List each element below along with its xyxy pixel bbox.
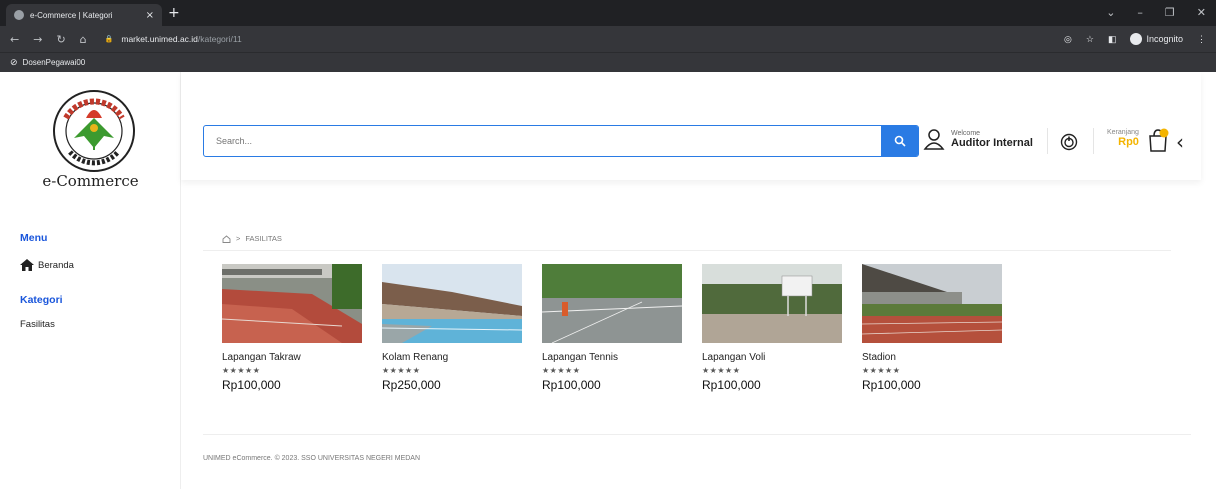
shopping-bag-icon[interactable] (1147, 128, 1169, 152)
breadcrumb: > FASILITAS (222, 234, 282, 243)
star-rating: ★★★★★ (702, 366, 741, 375)
power-icon[interactable] (1060, 133, 1078, 151)
page: e-Commerce Menu Beranda Kategori Fasilit… (0, 72, 1216, 489)
url-domain: market.unimed.ac.id (121, 34, 198, 44)
tab-title: e-Commerce | Kategori (30, 10, 113, 20)
forward-icon[interactable]: → (33, 33, 42, 46)
product-image[interactable] (382, 264, 522, 343)
sidebar-item-beranda[interactable]: Beranda (20, 259, 74, 271)
breadcrumb-separator: > (236, 234, 241, 243)
close-window-icon[interactable]: ✕ (1197, 6, 1206, 19)
footer-text: UNIMED eCommerce. © 2023. SSO UNIVERSITA… (203, 455, 421, 462)
bookmark-item[interactable]: DosenPegawai00 (23, 58, 86, 67)
product-image[interactable] (862, 264, 1002, 343)
cart-summary[interactable]: Keranjang Rp0 (1107, 129, 1139, 148)
breadcrumb-current: FASILITAS (245, 234, 282, 243)
sidebar: e-Commerce Menu Beranda Kategori Fasilit… (0, 72, 181, 489)
incognito-badge[interactable]: Incognito (1130, 33, 1183, 45)
divider (1093, 128, 1094, 154)
product-price: Rp100,000 (222, 378, 281, 392)
address-bar[interactable]: 🔒 market.unimed.ac.id /kategori/11 (105, 34, 242, 44)
search-button[interactable] (881, 126, 918, 156)
product-image[interactable] (222, 264, 362, 343)
tab-close-icon[interactable]: × (146, 10, 154, 21)
search-input[interactable] (204, 126, 881, 156)
address-row: ← → ↻ ⌂ 🔒 market.unimed.ac.id /kategori/… (0, 26, 1216, 52)
product-card[interactable]: Kolam Renang ★★★★★ Rp250,000 (382, 264, 522, 392)
lock-icon: 🔒 (104, 36, 114, 43)
menu-heading: Menu (20, 232, 48, 244)
product-name[interactable]: Lapangan Takraw (222, 352, 362, 363)
search-icon (894, 135, 906, 147)
sidebar-item-fasilitas[interactable]: Fasilitas (20, 319, 55, 330)
url-path: /kategori/11 (197, 34, 242, 44)
product-name[interactable]: Stadion (862, 352, 1002, 363)
category-heading: Kategori (20, 294, 63, 306)
sidebar-item-label: Fasilitas (20, 319, 55, 330)
product-name[interactable]: Lapangan Tennis (542, 352, 682, 363)
product-price: Rp100,000 (702, 378, 761, 392)
home-nav-icon[interactable]: ⌂ (80, 33, 87, 46)
star-rating: ★★★★★ (382, 366, 421, 375)
tab-search-icon[interactable]: ⌄ (1106, 6, 1115, 19)
reload-icon[interactable]: ↻ (56, 33, 65, 46)
new-tab-button[interactable]: + (168, 5, 180, 21)
product-price: Rp100,000 (542, 378, 601, 392)
product-image[interactable] (702, 264, 842, 343)
incognito-icon (1130, 33, 1143, 45)
tab-bar: e-Commerce | Kategori × + ⌄ – ❐ ✕ (0, 0, 1216, 26)
user-account[interactable]: Welcome Auditor Internal (923, 128, 1033, 150)
menu-dots-icon[interactable]: ⋮ (1197, 34, 1206, 45)
product-card[interactable]: Lapangan Tennis ★★★★★ Rp100,000 (542, 264, 682, 392)
product-card[interactable]: Lapangan Takraw ★★★★★ Rp100,000 (222, 264, 362, 392)
window-controls: ⌄ – ❐ ✕ (1106, 6, 1206, 19)
header: Welcome Auditor Internal Keranjang Rp0 ‹ (181, 72, 1201, 180)
globe-icon: ⊘ (10, 57, 18, 67)
product-name[interactable]: Kolam Renang (382, 352, 522, 363)
bookmarks-bar: ⊘ DosenPegawai00 (0, 52, 1216, 72)
home-icon (20, 259, 34, 271)
search-bar (203, 125, 919, 157)
cart-label: Keranjang (1107, 129, 1139, 136)
cart-value: Rp0 (1118, 136, 1139, 148)
star-rating: ★★★★★ (222, 366, 261, 375)
product-card[interactable]: Stadion ★★★★★ Rp100,000 (862, 264, 1002, 392)
sidebar-item-label: Beranda (38, 259, 74, 271)
minimize-icon[interactable]: – (1137, 6, 1143, 19)
back-icon[interactable]: ← (10, 33, 19, 46)
user-icon (923, 129, 945, 150)
brand-name: e-Commerce (42, 172, 139, 190)
product-price: Rp250,000 (382, 378, 441, 392)
product-image[interactable] (542, 264, 682, 343)
incognito-label: Incognito (1146, 34, 1183, 44)
star-rating: ★★★★★ (862, 366, 901, 375)
welcome-text: Welcome (951, 129, 981, 137)
restore-icon[interactable]: ❐ (1165, 6, 1175, 19)
divider (203, 434, 1191, 435)
bookmark-star-icon[interactable]: ☆ (1086, 34, 1094, 45)
divider (1047, 128, 1048, 154)
user-name: Auditor Internal (951, 136, 1033, 149)
browser-chrome: e-Commerce | Kategori × + ⌄ – ❐ ✕ ← → ↻ … (0, 0, 1216, 72)
product-name[interactable]: Lapangan Voli (702, 352, 842, 363)
star-rating: ★★★★★ (542, 366, 581, 375)
product-card[interactable]: Lapangan Voli ★★★★★ Rp100,000 (702, 264, 842, 392)
favicon-icon (14, 10, 24, 20)
product-price: Rp100,000 (862, 378, 921, 392)
browser-tab[interactable]: e-Commerce | Kategori × (6, 4, 162, 26)
home-outline-icon[interactable] (222, 234, 231, 243)
eye-off-icon[interactable]: ◎ (1064, 34, 1072, 45)
side-panel-icon[interactable]: ◧ (1108, 34, 1117, 45)
divider (203, 250, 1171, 251)
unimed-logo (53, 90, 135, 172)
chevron-left-icon[interactable]: ‹ (1176, 130, 1184, 154)
